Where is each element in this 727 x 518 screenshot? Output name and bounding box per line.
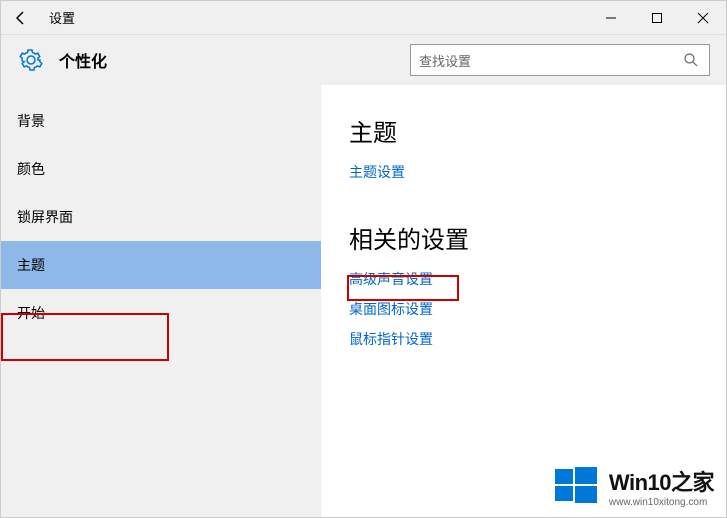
maximize-button[interactable] [634,1,680,35]
sidebar-item-start[interactable]: 开始 [1,289,321,337]
minimize-icon [605,12,617,24]
watermark-subtitle: www.win10xitong.com [609,497,714,508]
sidebar: 背景 颜色 锁屏界面 主题 开始 [1,85,321,517]
sidebar-item-label: 开始 [17,303,45,323]
link-advanced-sound[interactable]: 高级声音设置 [349,269,433,289]
sidebar-item-themes[interactable]: 主题 [1,241,321,289]
back-button[interactable] [1,1,41,35]
close-button[interactable] [680,1,726,35]
window-title: 设置 [49,8,75,27]
window-controls [588,1,726,35]
header: 个性化 查找设置 [1,35,726,85]
sidebar-item-colors[interactable]: 颜色 [1,145,321,193]
watermark: Win10之家 www.win10xitong.com [553,463,714,509]
titlebar: 设置 [1,1,726,35]
main: 主题 主题设置 相关的设置 高级声音设置 桌面图标设置 鼠标指针设置 [321,85,726,517]
search-placeholder: 查找设置 [419,51,681,70]
maximize-icon [651,12,663,24]
sidebar-item-lockscreen[interactable]: 锁屏界面 [1,193,321,241]
gear-icon [17,46,45,74]
sidebar-item-label: 主题 [17,255,45,275]
watermark-title: Win10之家 [609,465,714,497]
search-icon [681,52,701,68]
arrow-left-icon [13,10,29,26]
windows-logo-icon [553,463,599,509]
sidebar-item-label: 锁屏界面 [17,207,73,227]
page-title: 个性化 [59,48,107,72]
section-title-related: 相关的设置 [349,220,698,255]
sidebar-item-label: 颜色 [17,159,45,179]
search-input[interactable]: 查找设置 [410,44,710,76]
section-title-themes: 主题 [349,113,698,148]
content: 背景 颜色 锁屏界面 主题 开始 主题 主题设置 相关的设置 高级声音设置 桌面… [1,85,726,517]
minimize-button[interactable] [588,1,634,35]
sidebar-item-background[interactable]: 背景 [1,97,321,145]
link-theme-settings[interactable]: 主题设置 [349,162,405,182]
sidebar-item-label: 背景 [17,111,45,131]
link-desktop-icons[interactable]: 桌面图标设置 [349,299,433,319]
close-icon [697,12,709,24]
link-mouse-pointer[interactable]: 鼠标指针设置 [349,329,433,349]
